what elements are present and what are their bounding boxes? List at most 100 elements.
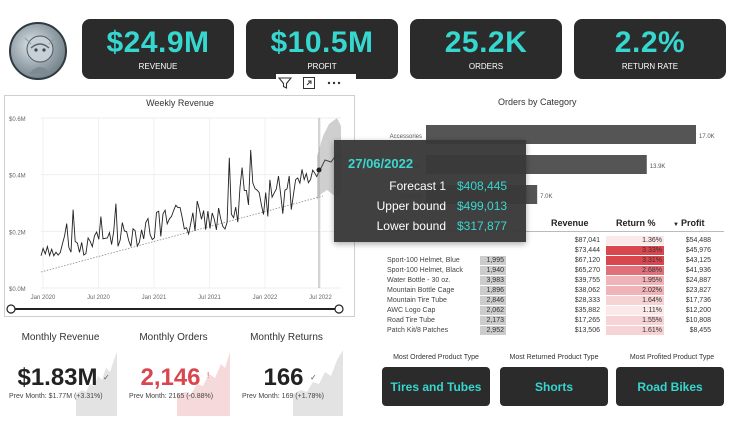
visual-toolbar [276, 74, 356, 92]
kpi-card-orders: 25.2K ORDERS [410, 19, 562, 79]
col-header-revenue[interactable]: Revenue [551, 218, 589, 228]
category-value-label: 7.0K [540, 194, 552, 200]
return-cell: 1.55% [606, 316, 664, 325]
orders-cell: 2,173 [480, 316, 506, 325]
most-profited-product-type-button[interactable]: Road Bikes [616, 367, 724, 406]
kpi-label: PROFIT [307, 62, 337, 71]
kpi-card-return-rate: 2.2% RETURN RATE [574, 19, 726, 79]
product-name[interactable]: Sport-100 Helmet, Blue [387, 256, 460, 265]
kpi-card-revenue: $24.9M REVENUE [82, 19, 234, 79]
profit-cell: $17,736 [685, 297, 711, 304]
sort-desc-icon[interactable]: ▼ [673, 222, 679, 228]
filter-icon[interactable] [278, 76, 292, 90]
tooltip-value: $499,013 [457, 199, 508, 213]
y-tick-label: $0.0M [9, 287, 26, 293]
profit-cell: $54,488 [685, 237, 711, 244]
profit-cell: $24,887 [685, 277, 711, 284]
most-ordered-product-type-button[interactable]: Tires and Tubes [382, 367, 490, 406]
revenue-cell: $67,120 [574, 257, 600, 264]
product-name[interactable]: Patch Kit/8 Patches [387, 326, 448, 335]
tooltip-value: $408,445 [457, 179, 508, 193]
product-name[interactable]: Road Tire Tube [387, 316, 435, 325]
weekly-revenue-line [40, 149, 318, 258]
col-header-return[interactable]: Return % [616, 218, 656, 228]
revenue-cell: $13,506 [574, 327, 600, 334]
revenue-cell: $39,755 [574, 277, 600, 284]
monthly-card-sub: Prev Month: 169 (+1.78%) [242, 393, 324, 400]
col-header-profit[interactable]: Profit [681, 218, 705, 228]
orders-cell: 2,952 [480, 326, 506, 335]
logo [9, 22, 67, 80]
chart-title: Weekly Revenue [146, 98, 214, 108]
product-name[interactable]: Mountain Tire Tube [387, 296, 447, 305]
return-cell: 2.02% [606, 286, 664, 295]
profit-cell: $12,200 [685, 307, 711, 314]
return-cell: 1.36% [606, 236, 664, 245]
check-icon: ✓ [310, 373, 317, 382]
return-cell: 1.64% [606, 296, 664, 305]
revenue-cell: $73,444 [574, 247, 600, 254]
x-tick-label: Jul 2020 [87, 295, 110, 301]
focus-mode-icon[interactable] [302, 76, 316, 90]
table-body: $87,041 1.36% $54,488 $73,444 3.33% $45,976 Sp… [384, 234, 724, 342]
tooltip-label: Lower bound [376, 219, 446, 233]
profit-cell: $23,827 [685, 287, 711, 294]
monthly-card-sub: Prev Month: 2165 (-0.88%) [129, 393, 214, 400]
x-tick-label: Jan 2022 [253, 295, 278, 301]
kpi-value: $10.5M [270, 26, 374, 59]
check-icon: ✓ [103, 373, 110, 382]
x-tick-label: Jan 2020 [31, 295, 56, 301]
range-slider-start-handle[interactable] [6, 304, 16, 314]
hover-point [316, 167, 322, 173]
return-cell: 2.68% [606, 266, 664, 275]
monthly-card-title: Monthly Orders [139, 332, 208, 343]
orders-cell: 1,940 [480, 266, 506, 275]
more-options-icon[interactable] [326, 76, 342, 90]
product-name[interactable]: Mountain Bottle Cage [387, 286, 454, 295]
monthly-card-sub: Prev Month: $1.77M (+3.31%) [9, 393, 103, 400]
x-tick-label: Jul 2021 [198, 295, 221, 301]
product-type-title: Most Ordered Product Type [393, 354, 479, 361]
kpi-label: REVENUE [138, 62, 178, 71]
tooltip-label: Forecast 1 [389, 179, 446, 193]
category-value-label: 13.9K [650, 164, 666, 170]
revenue-cell: $35,882 [574, 307, 600, 314]
monthly-card-title: Monthly Revenue [21, 332, 100, 343]
monthly-card-value: 2,146 [140, 364, 201, 391]
return-cell: 3.33% [606, 246, 664, 255]
profit-cell: $8,455 [689, 327, 711, 334]
robot-head-icon [24, 35, 56, 74]
kpi-value: $24.9M [106, 26, 210, 59]
tooltip-label: Upper bound [376, 199, 446, 213]
product-name[interactable]: Sport-100 Helmet, Black [387, 266, 463, 275]
monthly-card-value: 166 [263, 364, 304, 391]
revenue-cell: $38,062 [574, 287, 600, 294]
monthly-card-title: Monthly Returns [250, 332, 323, 343]
product-type-title: Most Profited Product Type [629, 354, 715, 361]
profit-cell: $10,808 [685, 317, 711, 324]
orders-cell: 1,995 [480, 256, 506, 265]
y-tick-label: $0.4M [9, 174, 26, 180]
return-cell: 3.31% [606, 256, 664, 265]
product-name[interactable]: AWC Logo Cap [387, 306, 435, 315]
y-tick-label: $0.2M [9, 230, 26, 236]
revenue-cell: $65,270 [574, 267, 600, 274]
orders-cell: 3,983 [480, 276, 506, 285]
weekly-revenue-chart[interactable]: Weekly Revenue $0.6M $0.4M $0.2M $0.0M Jan 20… [4, 95, 355, 317]
forecast-tooltip: 27/06/2022 Forecast 1 $408,445 Upper bou… [334, 140, 526, 242]
weekly-revenue-svg: Weekly Revenue $0.6M $0.4M $0.2M $0.0M Jan 20… [6, 98, 344, 314]
return-cell: 1.95% [606, 276, 664, 285]
monthly-revenue-card: Monthly Revenue $1.83M ✓ Prev Month: $1.… [4, 326, 117, 416]
range-slider-end-handle[interactable] [334, 304, 344, 314]
monthly-card-value: $1.83M [17, 364, 98, 391]
kpi-value: 25.2K [444, 26, 528, 59]
tooltip-date: 27/06/2022 [348, 156, 414, 171]
most-returned-product-type-button[interactable]: Shorts [500, 367, 608, 406]
product-name[interactable]: Water Bottle - 30 oz. [387, 276, 451, 285]
profit-cell: $43,125 [685, 257, 711, 264]
alert-icon: ! [207, 371, 210, 380]
orders-by-category-title: Orders by Category [498, 97, 577, 107]
return-cell: 1.61% [606, 326, 664, 335]
orders-cell: 2,846 [480, 296, 506, 305]
tooltip-value: $317,877 [457, 219, 508, 233]
